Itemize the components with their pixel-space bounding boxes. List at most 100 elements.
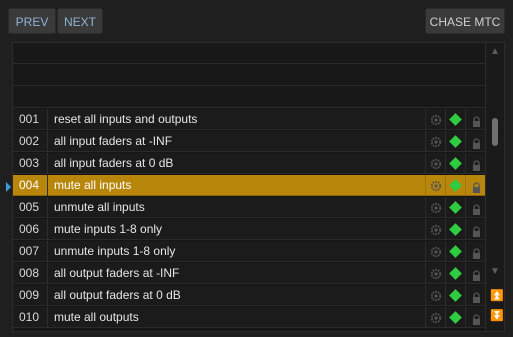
recall-cell[interactable] [445,153,465,174]
scope-cell[interactable] [425,285,445,306]
column-divider [47,153,48,174]
snapshot-number: 002 [19,134,40,148]
cog-icon [430,245,442,258]
snapshot-name: all input faders at -INF [54,134,173,148]
triangle-down-icon[interactable]: ▼ [490,267,500,277]
recall-cell[interactable] [445,285,465,306]
triangle-up-icon[interactable]: ▲ [490,47,500,57]
snapshot-row[interactable]: 009 all output faders at 0 dB [13,285,485,306]
snapshot-number: 008 [19,266,40,280]
diamond-icon [449,135,462,148]
lock-cell[interactable] [465,175,485,196]
snapshot-list-panel: 001 reset all inputs and outputs 002 all in… [12,42,505,332]
cog-icon [430,179,442,192]
snapshot-row[interactable]: 001 reset all inputs and outputs [13,109,485,130]
diamond-icon [449,179,462,192]
recall-cell[interactable] [445,131,465,152]
lock-icon [472,224,481,237]
scope-cell[interactable] [425,219,445,240]
double-up-icon[interactable]: ⏫ [490,291,504,302]
snapshot-name: mute all inputs [54,178,132,192]
lock-cell[interactable] [465,241,485,262]
empty-row [13,65,485,86]
cog-icon [430,201,442,214]
scope-cell[interactable] [425,197,445,218]
toolbar: PREV NEXT CHASE MTC [8,8,505,34]
scope-cell[interactable] [425,109,445,130]
prev-button[interactable]: PREV [8,8,56,34]
snapshot-number: 006 [19,222,40,236]
snapshot-row[interactable]: 003 all input faders at 0 dB [13,153,485,174]
column-divider [47,263,48,284]
snapshot-row[interactable]: 005 unmute all inputs [13,197,485,218]
lock-icon [472,202,481,215]
snapshot-number: 009 [19,288,40,302]
chase-mtc-button[interactable]: CHASE MTC [425,8,505,34]
diamond-icon [449,311,462,324]
lock-icon [472,246,481,259]
diamond-icon [449,157,462,170]
snapshot-name: unmute all inputs [54,200,145,214]
snapshot-row[interactable]: 008 all output faders at -INF [13,263,485,284]
lock-icon [472,268,481,281]
diamond-icon [449,289,462,302]
cog-icon [430,289,442,302]
column-divider [47,109,48,130]
snapshot-number: 004 [19,178,40,192]
snapshot-row[interactable]: 007 unmute inputs 1-8 only [13,241,485,262]
diamond-icon [449,267,462,280]
column-divider [47,307,48,328]
recall-cell[interactable] [445,175,465,196]
lock-cell[interactable] [465,197,485,218]
empty-row [13,87,485,108]
column-divider [47,131,48,152]
snapshot-number: 007 [19,244,40,258]
lock-icon [472,114,481,127]
snapshot-name: all output faders at -INF [54,266,180,280]
snapshot-row[interactable]: 004 mute all inputs [13,175,485,196]
cog-icon [430,135,442,148]
diamond-icon [449,113,462,126]
lock-icon [472,136,481,149]
cog-icon [430,157,442,170]
lock-cell[interactable] [465,307,485,328]
snapshot-name: all output faders at 0 dB [54,288,181,302]
lock-cell[interactable] [465,219,485,240]
lock-cell[interactable] [465,153,485,174]
snapshot-number: 005 [19,200,40,214]
recall-cell[interactable] [445,109,465,130]
column-divider [47,175,48,196]
snapshot-number: 010 [19,310,40,324]
lock-cell[interactable] [465,263,485,284]
scope-cell[interactable] [425,241,445,262]
recall-cell[interactable] [445,307,465,328]
snapshot-number: 003 [19,156,40,170]
scope-cell[interactable] [425,307,445,328]
scrollbar[interactable]: ▲ ▼ ⏫ ⏬ [485,43,504,331]
snapshot-name: mute all outputs [54,310,139,324]
cog-icon [430,223,442,236]
scroll-thumb[interactable] [492,118,498,146]
lock-cell[interactable] [465,109,485,130]
recall-cell[interactable] [445,197,465,218]
lock-cell[interactable] [465,131,485,152]
column-divider [47,285,48,306]
scope-cell[interactable] [425,131,445,152]
scope-cell[interactable] [425,175,445,196]
snapshot-row[interactable]: 002 all input faders at -INF [13,131,485,152]
snapshot-name: mute inputs 1-8 only [54,222,163,236]
recall-cell[interactable] [445,263,465,284]
lock-cell[interactable] [465,285,485,306]
snapshot-row[interactable]: 006 mute inputs 1-8 only [13,219,485,240]
double-down-icon[interactable]: ⏬ [490,311,504,322]
snapshot-row[interactable]: 010 mute all outputs [13,307,485,328]
cog-icon [430,311,442,324]
snapshot-name: unmute inputs 1-8 only [54,244,176,258]
scope-cell[interactable] [425,153,445,174]
scope-cell[interactable] [425,263,445,284]
next-button[interactable]: NEXT [57,8,103,34]
column-divider [47,241,48,262]
recall-cell[interactable] [445,219,465,240]
lock-icon [472,290,481,303]
recall-cell[interactable] [445,241,465,262]
